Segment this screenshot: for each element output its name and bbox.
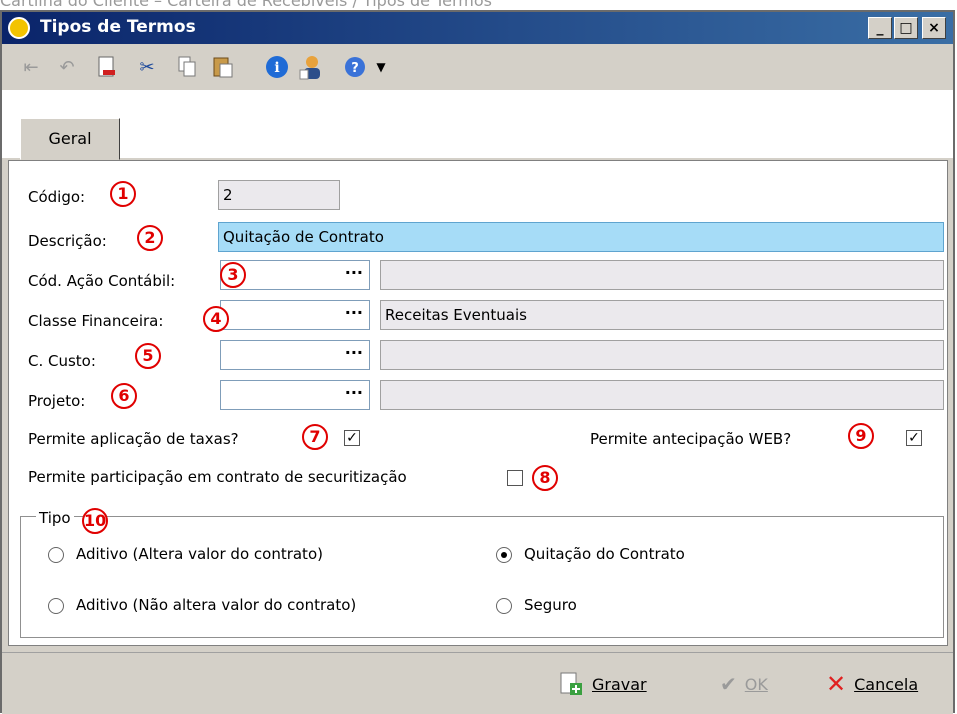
tipo-legend: Tipo [36,509,74,527]
projeto-input[interactable]: ··· [220,380,370,410]
centro-custo-lookup-button[interactable]: ··· [345,341,363,365]
taxas-checkbox[interactable]: ✓ [344,430,360,446]
button-bar: Gravar ✔ OK ✕ Cancela [2,652,953,714]
window-title: Tipos de Termos [40,17,196,37]
acao-contabil-label: Cód. Ação Contábil: [28,272,176,290]
projeto-lookup-button[interactable]: ··· [345,381,363,405]
descricao-label: Descrição: [28,232,107,250]
callout-badge-10: 10 [82,508,108,534]
gravar-button[interactable]: Gravar [558,670,647,698]
codigo-field: 2 [218,180,340,210]
tipo-radio-quitacao[interactable] [496,547,512,563]
callout-badge-1: 1 [110,181,136,207]
callout-badge-4: 4 [203,306,229,332]
user-icon[interactable] [298,54,324,80]
cut-icon[interactable]: ✂ [134,54,160,80]
ok-button[interactable]: ✔ OK [720,670,768,698]
new-document-icon[interactable] [94,54,120,80]
ok-label: OK [744,674,768,694]
codigo-label: Código: [28,188,86,206]
cancela-button[interactable]: ✕ Cancela [826,670,918,698]
classe-financeira-desc: Receitas Eventuais [380,300,944,330]
tab-geral[interactable]: Geral [20,118,120,160]
first-record-icon[interactable]: ⇤ [18,54,44,80]
gravar-label: Gravar [592,674,647,694]
tipo-group [20,516,944,638]
toolbar: ⇤ ↶ ✂ i ? ▼ [2,46,953,88]
undo-icon[interactable]: ↶ [54,54,80,80]
tipo-label-quitacao: Quitação do Contrato [524,545,685,563]
cancel-x-icon: ✕ [826,670,847,698]
tipo-label-aditivo-altera: Aditivo (Altera valor do contrato) [76,545,323,563]
tipo-label-seguro: Seguro [524,596,577,614]
close-button[interactable]: × [922,17,946,39]
callout-badge-8: 8 [532,465,558,491]
classe-financeira-label: Classe Financeira: [28,312,164,330]
descricao-input[interactable]: Quitação de Contrato [218,222,944,252]
projeto-desc [380,380,944,410]
tab-strip [2,90,953,158]
securitizacao-label: Permite participação em contrato de secu… [28,468,407,486]
centro-custo-desc [380,340,944,370]
callout-badge-9: 9 [848,423,874,449]
help-dropdown-icon[interactable]: ▼ [368,54,394,80]
maximize-button[interactable]: □ [894,17,918,39]
acao-contabil-desc [380,260,944,290]
centro-custo-label: C. Custo: [28,352,96,370]
callout-badge-5: 5 [135,343,161,369]
taxas-label: Permite aplicação de taxas? [28,430,239,448]
securitizacao-checkbox[interactable] [507,470,523,486]
title-bar: Tipos de Termos _ □ × [2,12,953,44]
copy-icon[interactable] [174,54,200,80]
classe-financeira-input[interactable]: ··· [220,300,370,330]
tipo-radio-aditivo-altera[interactable] [48,547,64,563]
centro-custo-input[interactable]: ··· [220,340,370,370]
page-caption: Cartilha do Cliente – Carteira de Recebí… [0,0,493,10]
tipo-label-aditivo-nao-altera: Aditivo (Não altera valor do contrato) [76,596,357,614]
tipo-radio-aditivo-nao-altera[interactable] [48,598,64,614]
cancela-label: Cancela [854,674,919,694]
minimize-button[interactable]: _ [868,17,892,39]
acao-contabil-lookup-button[interactable]: ··· [345,261,363,285]
callout-badge-6: 6 [111,383,137,409]
save-document-icon [560,672,582,695]
projeto-label: Projeto: [28,392,86,410]
antecipacao-web-checkbox[interactable]: ✓ [906,430,922,446]
checkmark-icon: ✔ [720,672,737,696]
antecipacao-web-label: Permite antecipação WEB? [590,430,792,448]
info-icon[interactable]: i [264,54,290,80]
callout-badge-2: 2 [137,225,163,251]
app-icon [8,17,30,39]
callout-badge-7: 7 [302,424,328,450]
paste-icon[interactable] [210,54,236,80]
svg-text:?: ? [351,61,359,76]
help-icon[interactable]: ? [342,54,368,80]
classe-financeira-lookup-button[interactable]: ··· [345,301,363,325]
svg-text:i: i [274,60,279,76]
tipo-radio-seguro[interactable] [496,598,512,614]
callout-badge-3: 3 [220,262,246,288]
